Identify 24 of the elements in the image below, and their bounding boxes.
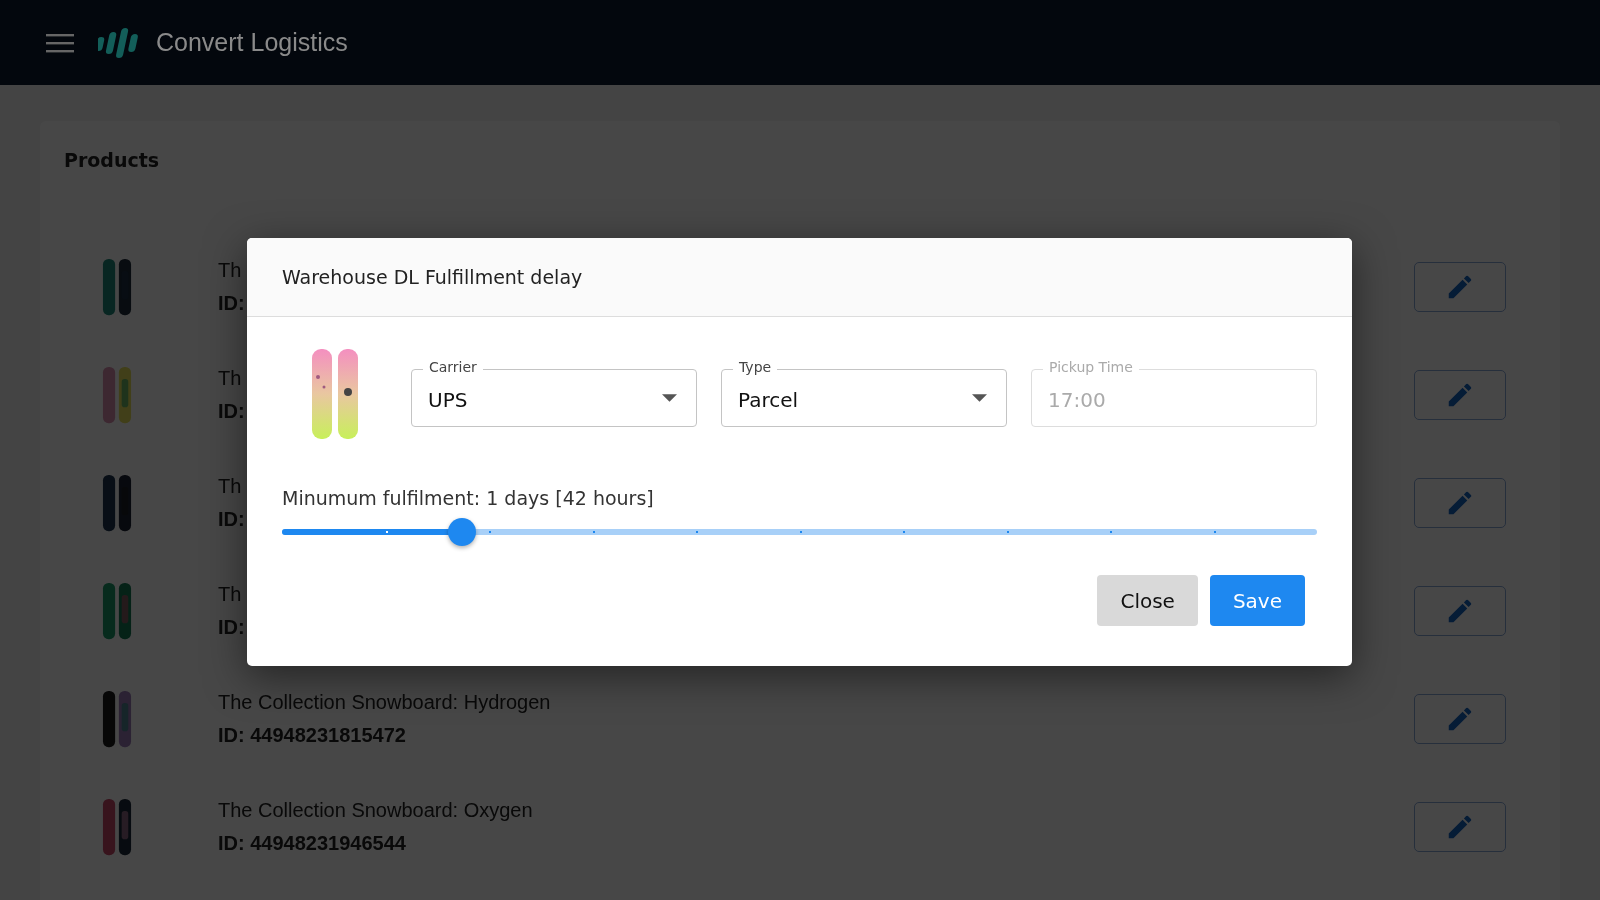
caret-icon bbox=[972, 394, 987, 402]
product-id: ID: bbox=[218, 292, 245, 315]
product-id: ID: bbox=[218, 616, 245, 639]
product-name: Th bbox=[218, 583, 242, 606]
caret-icon bbox=[662, 394, 677, 402]
select-field[interactable]: Carrier UPS bbox=[411, 361, 697, 427]
page-title: Products bbox=[64, 149, 161, 171]
close-button[interactable]: Close bbox=[1097, 575, 1198, 626]
product-name: The Collection Snowboard: Oxygen bbox=[218, 799, 533, 822]
product-id: ID: bbox=[218, 508, 245, 531]
product-name: Th bbox=[218, 475, 242, 498]
slider-label: Minumum fulfilment: 1 days [42 hours] bbox=[282, 487, 655, 509]
product-id: ID: 44948231815472 bbox=[218, 724, 406, 747]
slider[interactable] bbox=[282, 517, 1317, 547]
app-title: Convert Logistics bbox=[156, 28, 348, 57]
product-name: Th bbox=[218, 367, 242, 390]
save-button[interactable]: Save bbox=[1209, 575, 1305, 626]
select-field[interactable]: Type Parcel bbox=[721, 361, 1007, 427]
product-id: ID: 44948231946544 bbox=[218, 832, 406, 855]
product-name: Th bbox=[218, 259, 242, 282]
dialog-title: Warehouse DL Fulfillment delay bbox=[282, 266, 583, 288]
product-id: ID: bbox=[218, 400, 245, 423]
menu-icon[interactable] bbox=[46, 32, 74, 53]
product-name: The Collection Snowboard: Hydrogen bbox=[218, 691, 551, 714]
